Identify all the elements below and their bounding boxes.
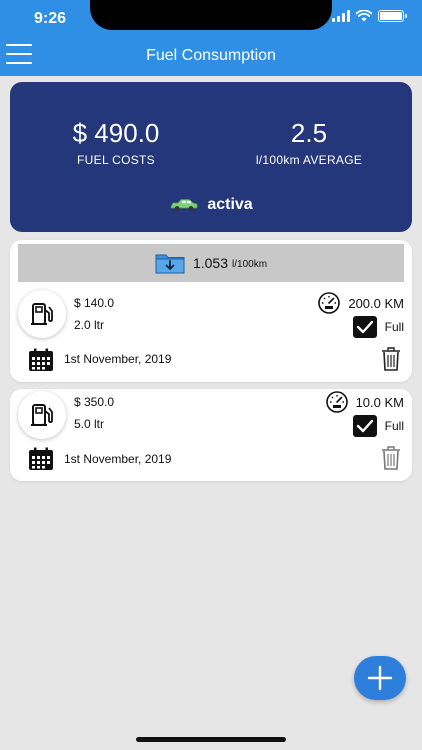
record-group-card: 1.053 l/100km $ 140.0 2.0 ltr 200.0 KM F… [10, 240, 412, 382]
fuel-entry-avatar [18, 391, 66, 439]
home-indicator[interactable] [136, 737, 286, 742]
status-time: 9:26 [34, 10, 67, 27]
record-odometer-value: 200.0 KM [348, 295, 404, 311]
fuel-pump-icon [31, 404, 53, 426]
folder-download-icon [155, 254, 185, 274]
add-record-button[interactable] [354, 656, 406, 700]
record-volume: 2.0 ltr [74, 318, 105, 332]
record-odometer: 200.0 KM [316, 292, 404, 314]
record-cost: $ 350.0 [74, 395, 115, 409]
menu-icon-bar [6, 44, 32, 46]
fuel-costs-stat: $ 490.0 FUEL COSTS [46, 118, 186, 167]
summary-card: $ 490.0 FUEL COSTS 2.5 l/100km AVERAGE a… [10, 82, 412, 232]
record-full-tank: Full [352, 316, 404, 338]
record-odometer-value: 10.0 KM [355, 394, 404, 410]
trash-icon[interactable] [380, 445, 402, 471]
record-odometer: 10.0 KM [324, 391, 404, 413]
page-title: Fuel Consumption [146, 47, 276, 64]
cellular-signal-icon [332, 10, 350, 22]
fuel-entry-avatar [18, 290, 66, 338]
calendar-icon [29, 348, 53, 371]
group-average-unit: l/100km [232, 258, 268, 270]
status-icons [332, 10, 407, 22]
fuel-costs-label: FUEL COSTS [77, 153, 155, 167]
car-icon [170, 199, 198, 211]
checkmark-icon [356, 320, 373, 334]
vehicle-name: activa [207, 196, 253, 213]
average-value: 2.5 [290, 118, 328, 148]
battery-icon [378, 10, 407, 22]
odometer-icon [325, 391, 348, 413]
full-tank-checkbox[interactable] [352, 415, 377, 437]
trash-icon[interactable] [380, 346, 402, 372]
full-tank-label: Full [384, 419, 404, 433]
average-label: l/100km AVERAGE [255, 153, 363, 167]
fuel-pump-icon [31, 303, 53, 325]
record-date: 1st November, 2019 [64, 452, 172, 466]
vehicle-selector[interactable]: activa [10, 196, 412, 214]
top-bar: 9:26 Fuel Consumption [0, 0, 422, 76]
record-cost: $ 140.0 [74, 296, 115, 310]
device-notch [90, 0, 332, 30]
fuel-costs-value: $ 490.0 [72, 118, 160, 148]
group-average-strip: 1.053 l/100km [18, 244, 404, 282]
full-tank-label: Full [384, 320, 404, 334]
full-tank-checkbox[interactable] [352, 316, 377, 338]
calendar-icon [29, 447, 53, 470]
record-date: 1st November, 2019 [64, 352, 172, 366]
wifi-icon [356, 10, 372, 22]
average-stat: 2.5 l/100km AVERAGE [238, 118, 380, 167]
group-average-value: 1.053 [192, 255, 229, 271]
plus-icon [367, 665, 393, 691]
odometer-icon [318, 292, 341, 314]
record-card: $ 350.0 5.0 ltr 10.0 KM Full 1st Novembe… [10, 389, 412, 481]
checkmark-icon [356, 419, 373, 433]
record-volume: 5.0 ltr [74, 417, 105, 431]
record-full-tank: Full [352, 415, 404, 437]
